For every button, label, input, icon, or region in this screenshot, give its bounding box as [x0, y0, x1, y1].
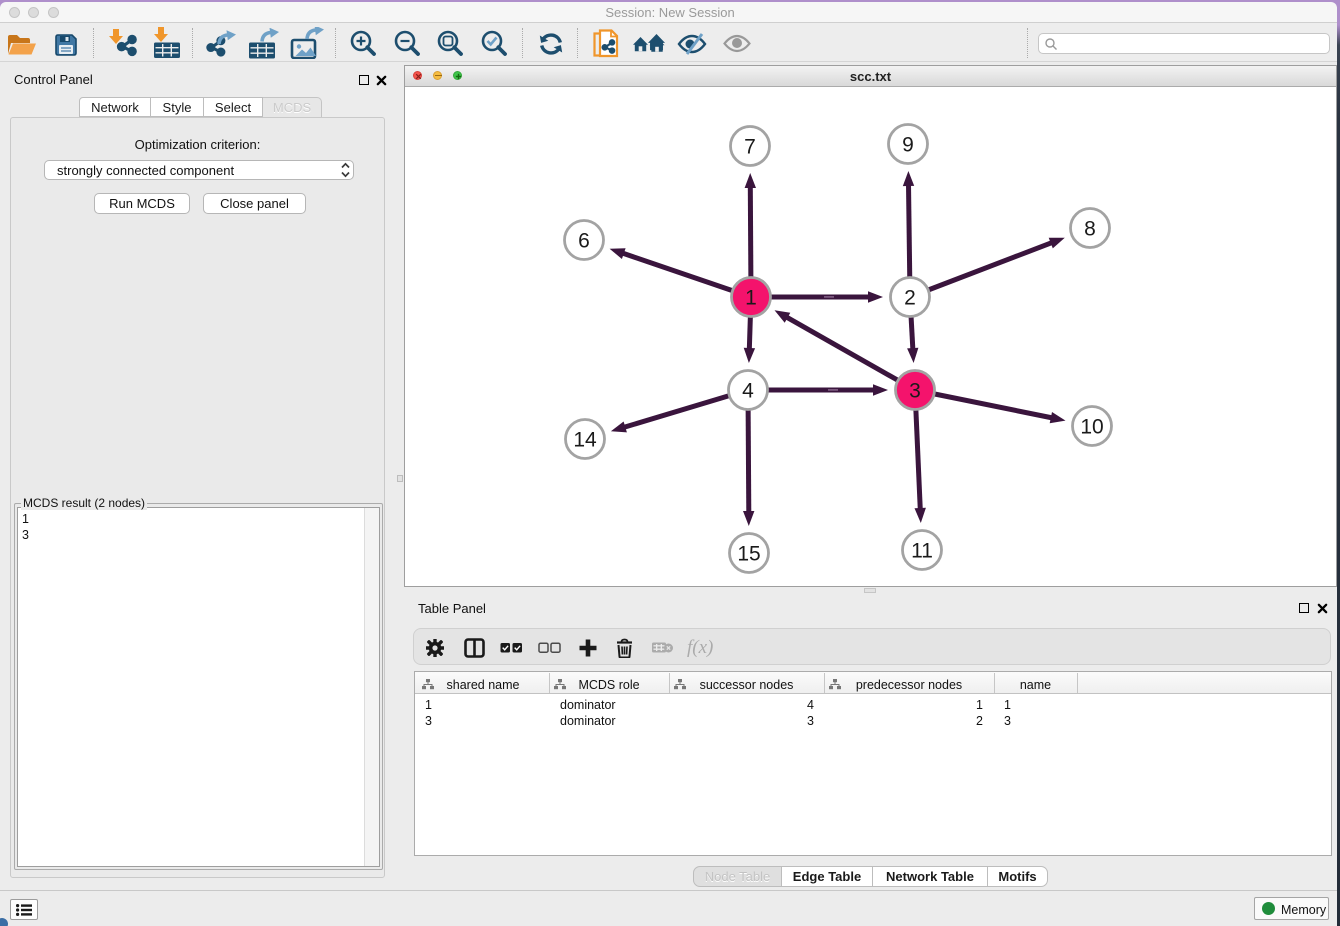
svg-text:15: 15	[737, 543, 760, 566]
svg-text:3: 3	[909, 380, 921, 403]
svg-text:4: 4	[742, 380, 754, 403]
svg-text:1: 1	[745, 287, 757, 310]
svg-text:8: 8	[1084, 218, 1096, 241]
svg-text:10: 10	[1080, 416, 1103, 439]
svg-text:14: 14	[573, 429, 597, 452]
svg-text:9: 9	[902, 134, 914, 157]
svg-text:6: 6	[578, 230, 590, 253]
svg-text:7: 7	[744, 136, 756, 159]
svg-text:2: 2	[904, 287, 916, 310]
svg-text:11: 11	[911, 540, 933, 563]
